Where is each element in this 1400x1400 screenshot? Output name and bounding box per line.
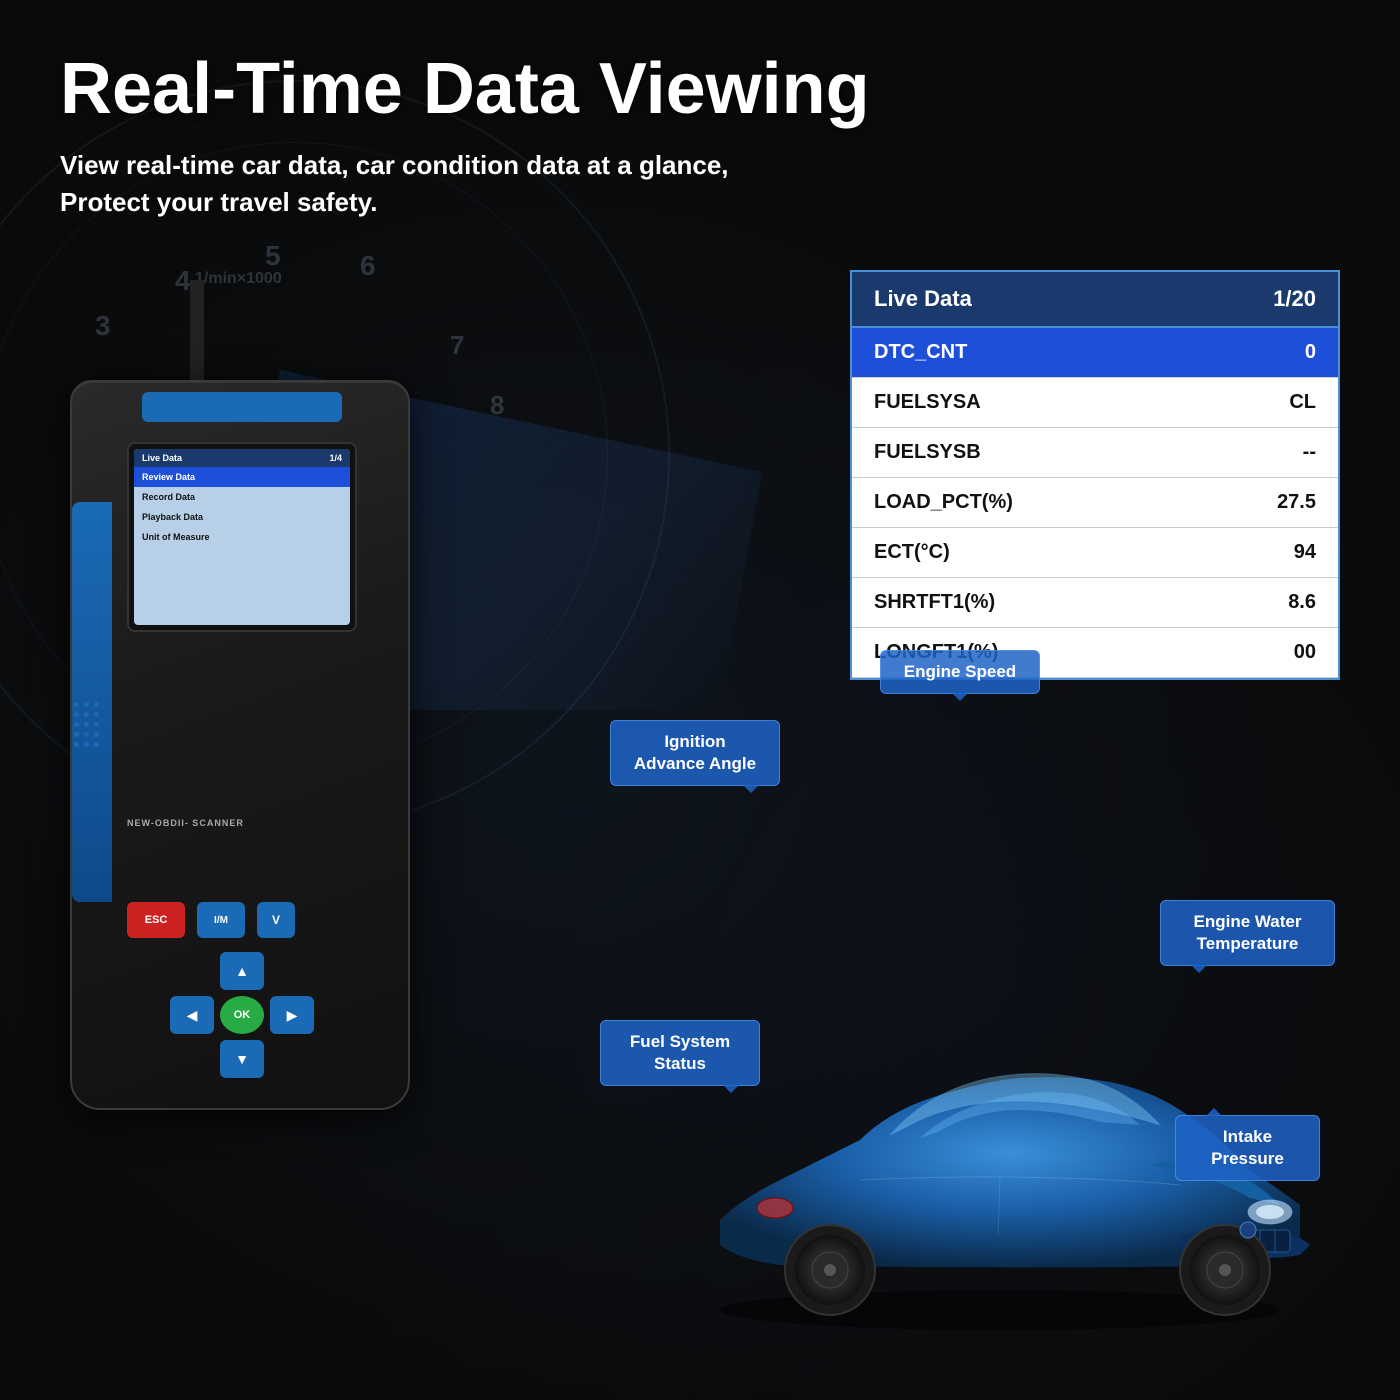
callout-ignition-text: IgnitionAdvance Angle (634, 732, 756, 773)
ok-button[interactable]: OK (220, 996, 264, 1034)
live-data-param: FUELSYSA (852, 378, 1186, 428)
callout-engine-speed-text: Engine Speed (904, 662, 1016, 681)
scanner-screen: Live Data 1/4 Review Data Record Data Pl… (134, 449, 350, 625)
live-data-header: Live Data 1/20 (852, 272, 1338, 328)
scanner-buttons-area: ESC I/M V ▲ ◀ OK ▶ ▼ (127, 902, 357, 1078)
live-data-value: 94 (1186, 528, 1338, 578)
live-data-value: 27.5 (1186, 478, 1338, 528)
live-data-row: SHRTFT1(%) 8.6 (852, 578, 1338, 628)
live-data-page: 1/20 (1273, 286, 1316, 312)
scanner-body: Live Data 1/4 Review Data Record Data Pl… (70, 380, 410, 1110)
live-data-value: CL (1186, 378, 1338, 428)
live-data-param: SHRTFT1(%) (852, 578, 1186, 628)
v-button[interactable]: V (257, 902, 295, 938)
live-data-row: FUELSYSA CL (852, 378, 1338, 428)
grip-dots (74, 702, 100, 748)
scanner-menu-playback[interactable]: Playback Data (134, 507, 350, 527)
scanner-screen-title: Live Data (142, 453, 182, 463)
dpad-buttons: ▲ ◀ OK ▶ ▼ (170, 952, 314, 1078)
callout-water-temp-text: Engine WaterTemperature (1194, 912, 1302, 953)
subtitle-line1: View real-time car data, car condition d… (60, 150, 729, 180)
callout-intake-text: IntakePressure (1211, 1127, 1284, 1168)
live-data-label: Live Data (874, 286, 972, 312)
esc-button[interactable]: ESC (127, 902, 185, 938)
im-button[interactable]: I/M (197, 902, 245, 938)
page-subtitle: View real-time car data, car condition d… (60, 147, 1340, 220)
live-data-param: FUELSYSB (852, 428, 1186, 478)
dpad-right[interactable]: ▶ (270, 996, 314, 1034)
live-data-table-container: Live Data 1/20 DTC_CNT 0 FUELSYSA CL FUE… (850, 270, 1340, 680)
callout-engine-speed: Engine Speed (880, 650, 1040, 694)
callout-water-temp: Engine WaterTemperature (1160, 900, 1335, 966)
scanner-menu-record[interactable]: Record Data (134, 487, 350, 507)
callout-ignition: IgnitionAdvance Angle (610, 720, 780, 786)
live-data-row: DTC_CNT 0 (852, 328, 1338, 378)
scanner-menu-unit[interactable]: Unit of Measure (134, 527, 350, 547)
live-data-param: DTC_CNT (852, 328, 1186, 378)
live-data-row: FUELSYSB -- (852, 428, 1338, 478)
scanner-screen-header: Live Data 1/4 (134, 449, 350, 467)
live-data-value: 8.6 (1186, 578, 1338, 628)
dpad-up[interactable]: ▲ (220, 952, 264, 990)
scanner-brand-label: NEW-OBDII- SCANNER (127, 818, 244, 828)
live-data-row: LOAD_PCT(%) 27.5 (852, 478, 1338, 528)
callout-fuel-system-text: Fuel SystemStatus (630, 1032, 730, 1073)
subtitle-line2: Protect your travel safety. (60, 187, 377, 217)
dpad-left[interactable]: ◀ (170, 996, 214, 1034)
callout-fuel-system: Fuel SystemStatus (600, 1020, 760, 1086)
page-title: Real-Time Data Viewing (60, 50, 1340, 129)
scanner-screen-bezel: Live Data 1/4 Review Data Record Data Pl… (127, 442, 357, 632)
live-data-row: ECT(°C) 94 (852, 528, 1338, 578)
dpad-down[interactable]: ▼ (220, 1040, 264, 1078)
scanner-screen-page: 1/4 (329, 453, 342, 463)
live-data-param: LOAD_PCT(%) (852, 478, 1186, 528)
live-data-value: 00 (1186, 628, 1338, 678)
live-data-param: ECT(°C) (852, 528, 1186, 578)
scanner-menu-review[interactable]: Review Data (134, 467, 350, 487)
live-data-rows: DTC_CNT 0 FUELSYSA CL FUELSYSB -- LOAD_P… (852, 328, 1338, 678)
scanner-device: Live Data 1/4 Review Data Record Data Pl… (30, 380, 450, 1140)
live-data-value: -- (1186, 428, 1338, 478)
callout-intake: IntakePressure (1175, 1115, 1320, 1181)
live-data-value: 0 (1186, 328, 1338, 378)
scanner-top-cap (142, 392, 342, 422)
scanner-top-buttons: ESC I/M V (127, 902, 357, 938)
